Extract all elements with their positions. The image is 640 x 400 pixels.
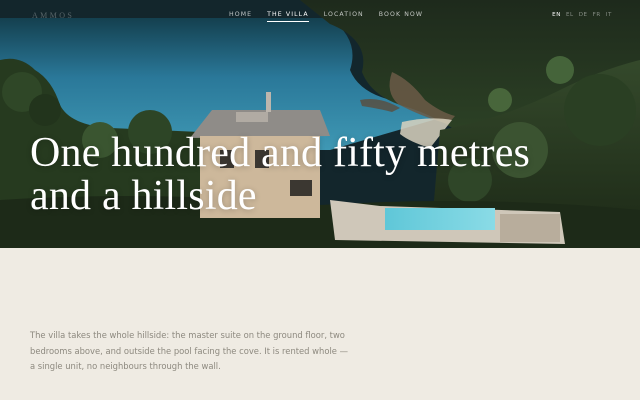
page-title-line-1: One hundred and fifty metres [30, 130, 531, 176]
lang-it[interactable]: IT [606, 12, 612, 18]
lang-de[interactable]: DE [579, 12, 588, 18]
nav-home[interactable]: HOME [229, 11, 252, 22]
lang-el[interactable]: EL [566, 12, 574, 18]
page-title: One hundred and fifty metres and a hills… [30, 132, 630, 218]
top-nav: AMMOS HOME THE VILLA LOCATION BOOK NOW E… [0, 0, 640, 32]
brand-logo[interactable]: AMMOS [32, 11, 74, 20]
nav-the-villa[interactable]: THE VILLA [267, 11, 309, 22]
hero: AMMOS HOME THE VILLA LOCATION BOOK NOW E… [0, 0, 640, 248]
nav-book-now[interactable]: BOOK NOW [379, 11, 423, 22]
intro-paragraph: The villa takes the whole hillside: the … [30, 330, 348, 371]
main-menu: HOME THE VILLA LOCATION BOOK NOW [229, 11, 438, 22]
nav-location[interactable]: LOCATION [324, 11, 364, 22]
lang-en[interactable]: EN [552, 12, 561, 18]
lang-fr[interactable]: FR [593, 12, 601, 18]
page-title-line-2: and a hillside [30, 173, 257, 219]
language-switcher: EN EL DE FR IT [552, 12, 612, 18]
